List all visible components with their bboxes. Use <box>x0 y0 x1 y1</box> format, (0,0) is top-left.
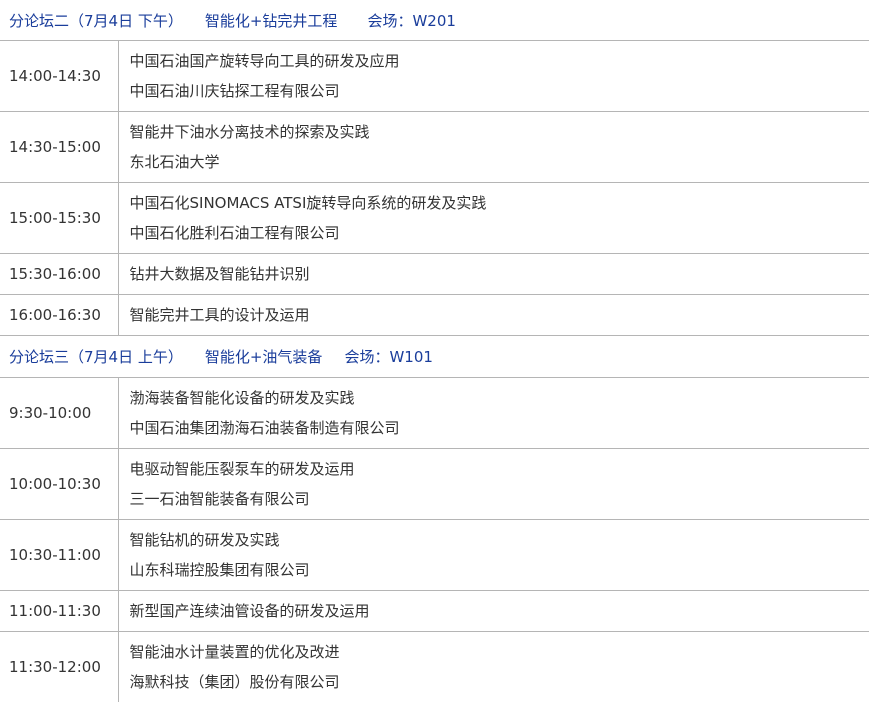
talk-title: 电驱动智能压裂泵车的研发及运用 <box>129 460 355 478</box>
talk-organization: 东北石油大学 <box>129 153 220 171</box>
talk-title: 渤海装备智能化设备的研发及实践 <box>129 389 355 407</box>
talk-title: 智能井下油水分离技术的探索及实践 <box>129 123 370 141</box>
session-venue: 会场：W101 <box>344 348 433 366</box>
time-cell: 9:30-10:00 <box>0 377 119 449</box>
talk-cell: 智能井下油水分离技术的探索及实践 东北石油大学 <box>118 111 869 183</box>
table-row: 14:30-15:00 智能井下油水分离技术的探索及实践 东北石油大学 <box>0 111 869 183</box>
talk-cell: 中国石油国产旋转导向工具的研发及应用 中国石油川庆钻探工程有限公司 <box>118 40 869 112</box>
talk-cell: 电驱动智能压裂泵车的研发及运用 三一石油智能装备有限公司 <box>118 448 869 520</box>
table-row: 15:00-15:30 中国石化SINOMACS ATSI旋转导向系统的研发及实… <box>0 182 869 254</box>
session-topic: 智能化+钻完井工程 <box>204 11 338 30</box>
session-title: 分论坛二（7月4日 下午） <box>9 11 183 30</box>
talk-cell: 智能完井工具的设计及运用 <box>118 294 869 336</box>
session-topic: 智能化+油气装备 <box>204 348 323 366</box>
talk-title: 智能完井工具的设计及运用 <box>129 306 310 324</box>
talk-organization: 中国石油川庆钻探工程有限公司 <box>129 82 340 100</box>
talk-title: 智能钻机的研发及实践 <box>129 531 280 549</box>
session-title: 分论坛三（7月4日 上午） <box>9 348 183 366</box>
talk-cell: 中国石化SINOMACS ATSI旋转导向系统的研发及实践 中国石化胜利石油工程… <box>118 182 869 254</box>
table-row: 10:30-11:00 智能钻机的研发及实践 山东科瑞控股集团有限公司 <box>0 519 869 591</box>
talk-title: 中国石油国产旋转导向工具的研发及应用 <box>129 52 400 70</box>
time-cell: 14:00-14:30 <box>0 40 119 112</box>
table-row: 9:30-10:00 渤海装备智能化设备的研发及实践 中国石油集团渤海石油装备制… <box>0 377 869 449</box>
talk-organization: 中国石油集团渤海石油装备制造有限公司 <box>129 419 400 437</box>
talk-title: 钻井大数据及智能钻井识别 <box>129 265 310 283</box>
talk-title: 中国石化SINOMACS ATSI旋转导向系统的研发及实践 <box>129 194 487 212</box>
talk-organization: 中国石化胜利石油工程有限公司 <box>129 224 340 242</box>
talk-title: 新型国产连续油管设备的研发及运用 <box>129 602 370 620</box>
session-venue: 会场：W201 <box>367 11 456 30</box>
time-cell: 10:30-11:00 <box>0 519 119 591</box>
talk-cell: 智能油水计量装置的优化及改进 海默科技（集团）股份有限公司 <box>118 632 869 703</box>
time-cell: 15:00-15:30 <box>0 182 119 254</box>
table-row: 15:30-16:00 钻井大数据及智能钻井识别 <box>0 253 869 295</box>
time-cell: 11:30-12:00 <box>0 631 119 702</box>
table-row: 16:00-16:30 智能完井工具的设计及运用 <box>0 294 869 336</box>
talk-cell: 渤海装备智能化设备的研发及实践 中国石油集团渤海石油装备制造有限公司 <box>118 377 869 449</box>
talk-title: 智能油水计量装置的优化及改进 <box>129 643 340 661</box>
time-cell: 11:00-11:30 <box>0 590 119 632</box>
talk-organization: 山东科瑞控股集团有限公司 <box>129 561 310 579</box>
session-header-3: 分论坛三（7月4日 上午） 智能化+油气装备 会场：W101 <box>0 335 869 378</box>
time-cell: 15:30-16:00 <box>0 253 119 295</box>
table-row: 10:00-10:30 电驱动智能压裂泵车的研发及运用 三一石油智能装备有限公司 <box>0 448 869 520</box>
talk-cell: 智能钻机的研发及实践 山东科瑞控股集团有限公司 <box>118 519 869 591</box>
time-cell: 10:00-10:30 <box>0 448 119 520</box>
session-header-2: 分论坛二（7月4日 下午） 智能化+钻完井工程 会场：W201 <box>0 0 869 41</box>
time-cell: 16:00-16:30 <box>0 294 119 336</box>
time-cell: 14:30-15:00 <box>0 111 119 183</box>
table-row: 14:00-14:30 中国石油国产旋转导向工具的研发及应用 中国石油川庆钻探工… <box>0 40 869 112</box>
talk-cell: 钻井大数据及智能钻井识别 <box>118 253 869 295</box>
schedule-table: 分论坛二（7月4日 下午） 智能化+钻完井工程 会场：W201 14:00-14:3… <box>0 0 869 702</box>
table-row: 11:30-12:00 智能油水计量装置的优化及改进 海默科技（集团）股份有限公… <box>0 631 869 703</box>
talk-organization: 三一石油智能装备有限公司 <box>129 490 310 508</box>
talk-cell: 新型国产连续油管设备的研发及运用 <box>118 590 869 632</box>
talk-organization: 海默科技（集团）股份有限公司 <box>129 673 340 691</box>
table-row: 11:00-11:30 新型国产连续油管设备的研发及运用 <box>0 590 869 632</box>
